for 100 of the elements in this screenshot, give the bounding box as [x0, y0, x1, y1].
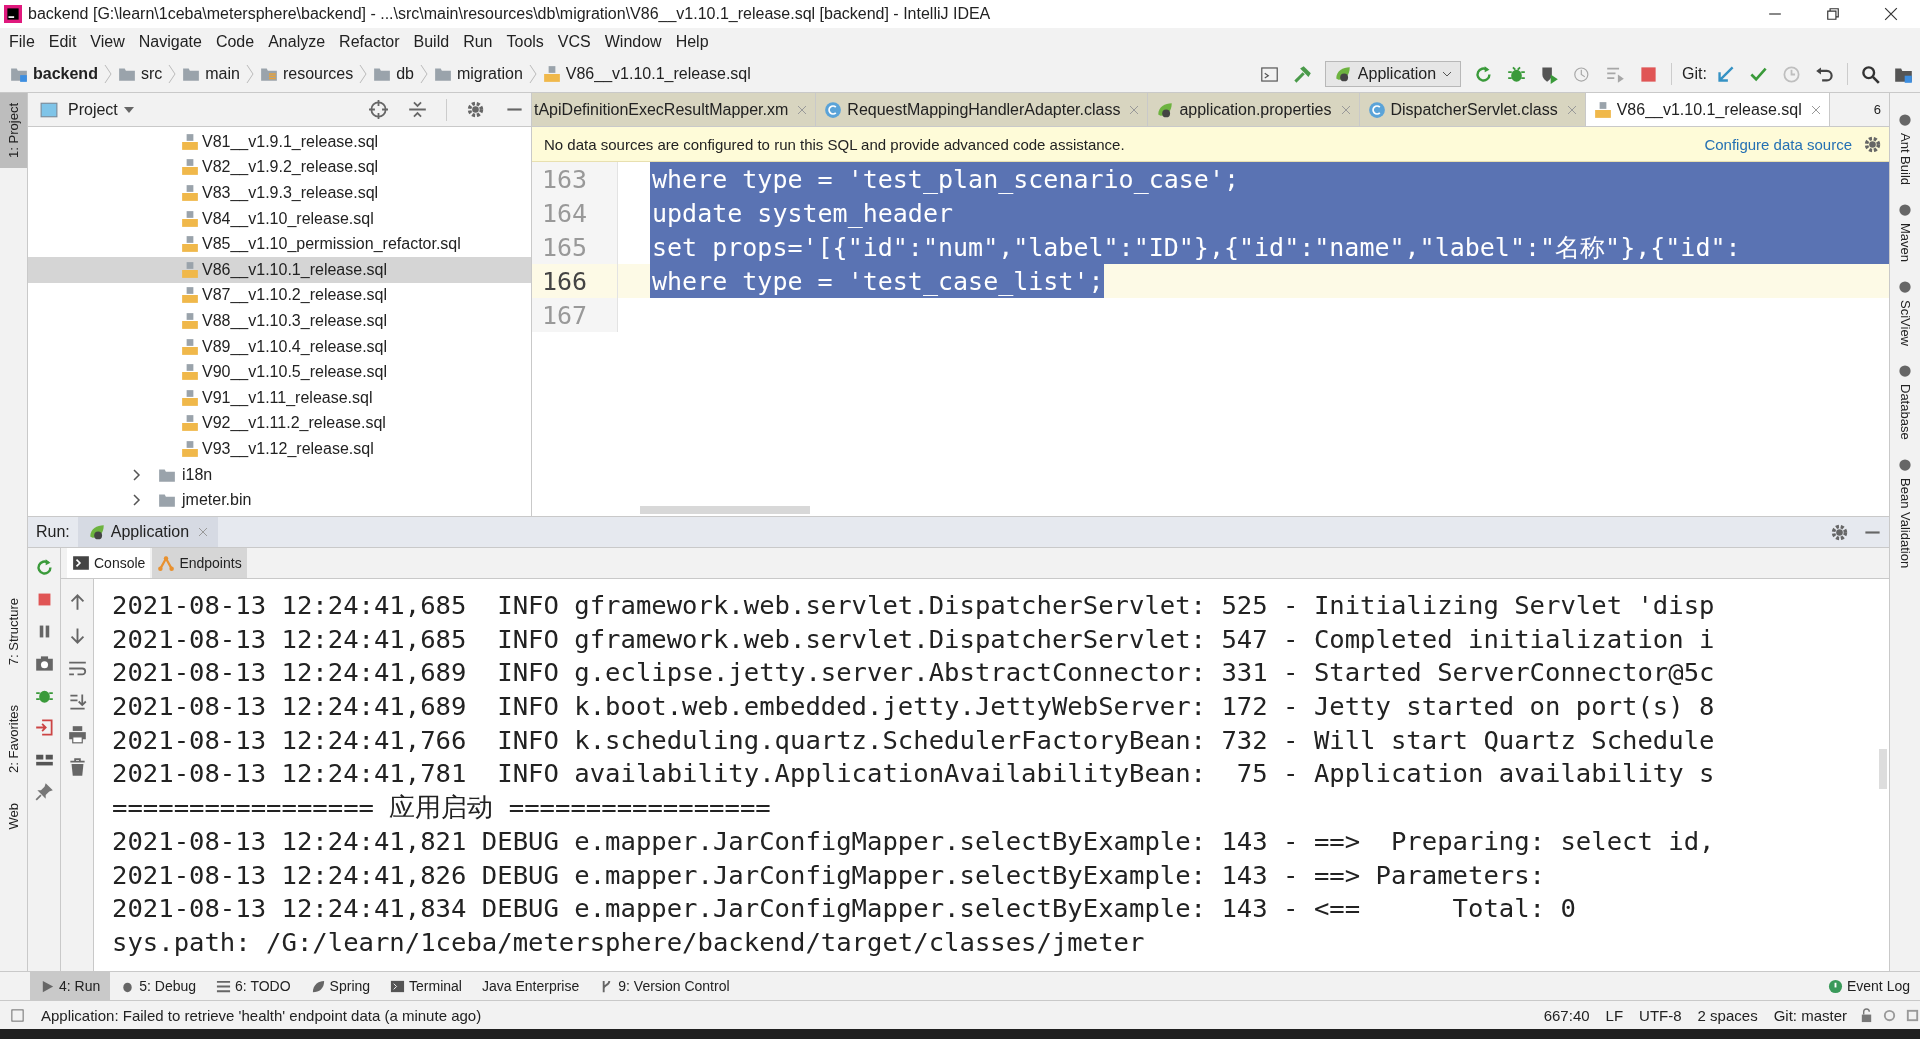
app-logo-icon	[4, 5, 22, 23]
breadcrumb[interactable]: backend	[33, 65, 98, 83]
tool-window-tab[interactable]: 9: Version Control	[589, 972, 740, 1000]
status-item[interactable]: 2 spaces	[1693, 1006, 1762, 1024]
tab-count[interactable]: 6	[1865, 102, 1889, 117]
stop-icon[interactable]	[1639, 64, 1659, 84]
rerun-icon[interactable]	[34, 558, 54, 577]
soft-wrap-icon[interactable]	[67, 659, 87, 678]
editor-tab[interactable]: V86__v1.10.1_release.sql	[1585, 93, 1830, 126]
tool-window-tab[interactable]: 2: Favorites	[0, 695, 27, 784]
editor-tab[interactable]: DispatcherServlet.class	[1359, 93, 1586, 126]
tool-window-tab[interactable]: 5: Debug	[110, 972, 207, 1000]
menu-item[interactable]: View	[83, 31, 132, 53]
close-icon[interactable]	[1884, 7, 1898, 21]
panel-toggle-icon[interactable]	[10, 1007, 25, 1023]
tool-window-tab[interactable]: Bean Validation	[1890, 447, 1920, 576]
tool-window-tab[interactable]: Maven	[1890, 193, 1920, 271]
tool-window-tab[interactable]: 1: Project	[0, 93, 27, 168]
menu-item[interactable]: File	[2, 31, 42, 53]
editor-tab[interactable]: RequestMappingHandlerAdapter.class	[816, 93, 1149, 126]
hammer-icon[interactable]	[1292, 64, 1312, 84]
menu-item[interactable]: Code	[208, 31, 262, 53]
scroll-end-icon[interactable]	[67, 692, 87, 711]
settings-icon[interactable]	[466, 100, 485, 119]
tree-item[interactable]: V81__v1.9.1_release.sql	[28, 129, 531, 155]
menu-item[interactable]: Analyze	[261, 31, 333, 53]
configure-link[interactable]: Configure data source	[1704, 135, 1852, 153]
tree-item[interactable]: V89__v1.10.4_release.sql	[28, 333, 531, 360]
tree-item[interactable]: V83__v1.9.3_release.sql	[28, 180, 531, 206]
menu-item[interactable]: Window	[597, 31, 669, 53]
login-icon[interactable]	[34, 718, 54, 737]
window-icon[interactable]	[1259, 64, 1279, 84]
sql-file-icon	[542, 65, 561, 83]
tool-window-tab[interactable]: SciView	[1890, 270, 1920, 355]
shield-run-icon[interactable]	[1540, 64, 1560, 84]
menu-item[interactable]: Build	[406, 31, 457, 53]
tree-item[interactable]: i18n	[28, 461, 531, 488]
menu-item[interactable]: Help	[668, 31, 716, 53]
status-item[interactable]: 667:40	[1539, 1006, 1594, 1024]
tree-item[interactable]: V85__v1.10_permission_refactor.sql	[28, 231, 531, 257]
console-tab[interactable]: Console	[67, 548, 151, 578]
tree-item[interactable]: V88__v1.10.3_release.sql	[28, 308, 531, 334]
breadcrumb[interactable]: migration	[457, 65, 523, 83]
breadcrumb[interactable]: db	[396, 65, 414, 83]
tree-item[interactable]: V90__v1.10.5_release.sql	[28, 359, 531, 385]
breadcrumb[interactable]: src	[140, 65, 163, 83]
scrollbar[interactable]	[640, 506, 810, 514]
menu-item[interactable]: Run	[456, 31, 500, 53]
editor-tab[interactable]: application.properties	[1148, 93, 1360, 126]
editor-tab[interactable]: tApiDefinitionExecResultMapper.xm	[532, 93, 817, 126]
tool-window-tab[interactable]: Java Enterprise	[471, 972, 590, 1000]
console-tab[interactable]: Endpoints	[152, 548, 247, 578]
tool-window-tab[interactable]: 7: Structure	[0, 587, 27, 676]
caret-icon[interactable]	[123, 106, 134, 113]
tool-window-tab[interactable]: Ant Build	[1890, 103, 1920, 194]
tool-window-tab[interactable]: Web	[0, 793, 27, 840]
camera-icon[interactable]	[34, 654, 54, 673]
run-config-dropdown[interactable]: Application	[1324, 61, 1462, 87]
event-log-tab[interactable]: Event Log	[1817, 972, 1920, 1000]
pin-icon[interactable]	[34, 782, 54, 801]
tool-window-tab[interactable]: 6: TODO	[206, 972, 301, 1000]
tree-item[interactable]: V92__v1.11.2_release.sql	[28, 410, 531, 437]
tool-window-tab[interactable]: Terminal	[380, 972, 472, 1000]
locate-icon[interactable]	[369, 100, 388, 119]
tree-item[interactable]: V82__v1.9.2_release.sql	[28, 154, 531, 181]
print-icon[interactable]	[67, 725, 87, 744]
menu-item[interactable]: Edit	[41, 31, 84, 53]
chevron-icon	[133, 468, 141, 481]
status-item[interactable]: UTF-8	[1635, 1006, 1686, 1024]
tree-item[interactable]: V91__v1.11_release.sql	[28, 384, 531, 411]
update-arrow-icon[interactable]	[1716, 64, 1735, 84]
breadcrumb[interactable]: V86__v1.10.1_release.sql	[565, 65, 751, 83]
scrollbar[interactable]	[1879, 749, 1887, 789]
settings-icon[interactable]	[1863, 134, 1882, 154]
settings-icon[interactable]	[1830, 522, 1849, 542]
lock-icon[interactable]	[1859, 1007, 1874, 1023]
search-icon[interactable]	[1861, 64, 1880, 84]
tree-item[interactable]: jmeter.bin	[28, 487, 531, 513]
restore-icon[interactable]	[1826, 7, 1840, 21]
breadcrumb[interactable]: main	[205, 65, 240, 83]
sql-file-icon	[181, 337, 199, 356]
tree-item[interactable]: V86__v1.10.1_release.sql	[28, 256, 531, 283]
tool-window-tab[interactable]: 4: Run	[30, 972, 111, 1000]
run-tab[interactable]: Application	[77, 517, 219, 547]
collapse-icon[interactable]	[408, 100, 427, 119]
status-item[interactable]: LF	[1601, 1006, 1628, 1024]
tree-item[interactable]: V87__v1.10.2_release.sql	[28, 282, 531, 309]
log-line: 2021-08-13 12:24:41,781 INFO availability.ApplicationAvailabilityBean: 75 - Application availability s	[112, 757, 1716, 791]
panel-title[interactable]: Project	[68, 100, 118, 119]
tree-item[interactable]: V93__v1.12_release.sql	[28, 436, 531, 462]
breadcrumb[interactable]: resources	[282, 65, 354, 83]
tool-window-tab[interactable]: Database	[1890, 354, 1920, 448]
menu-item[interactable]: VCS	[550, 31, 598, 53]
tree-item[interactable]: V84__v1.10_release.sql	[28, 205, 531, 232]
status-item[interactable]: Git: master	[1769, 1006, 1851, 1024]
menu-item[interactable]: Tools	[499, 31, 551, 53]
menu-item[interactable]: Navigate	[131, 31, 209, 53]
menu-item[interactable]: Refactor	[332, 31, 407, 53]
tool-window-tab[interactable]: Spring	[300, 972, 381, 1000]
trash-icon[interactable]	[67, 758, 87, 777]
